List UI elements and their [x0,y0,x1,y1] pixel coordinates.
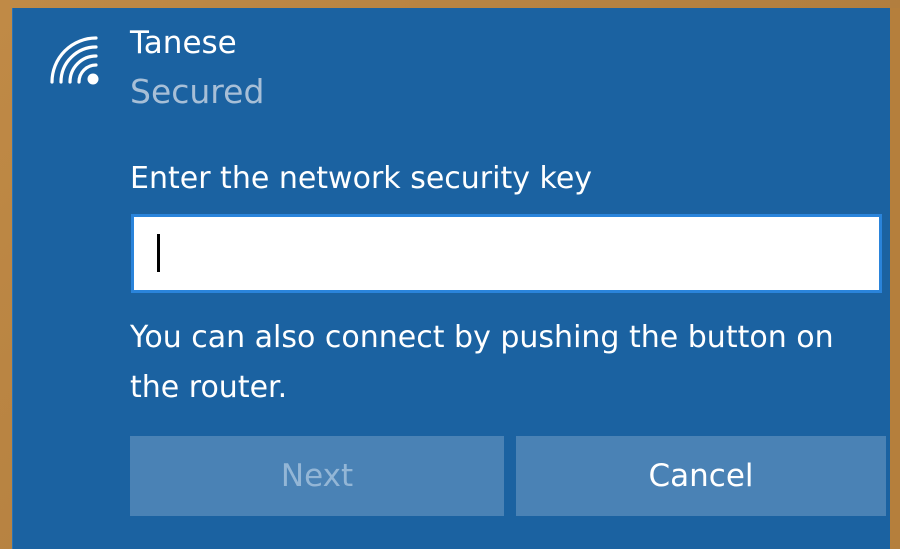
network-security-status: Secured [130,72,265,111]
wifi-secured-icon [50,36,99,85]
outer-background-edge [890,8,900,549]
security-key-label: Enter the network security key [130,161,593,196]
security-key-input[interactable] [131,214,882,293]
wps-connect-hint: You can also connect by pushing the butt… [130,320,834,405]
text-cursor [157,234,160,272]
network-name: Tanese [130,25,237,61]
next-button[interactable]: Next [130,436,504,516]
cancel-button[interactable]: Cancel [516,436,886,516]
